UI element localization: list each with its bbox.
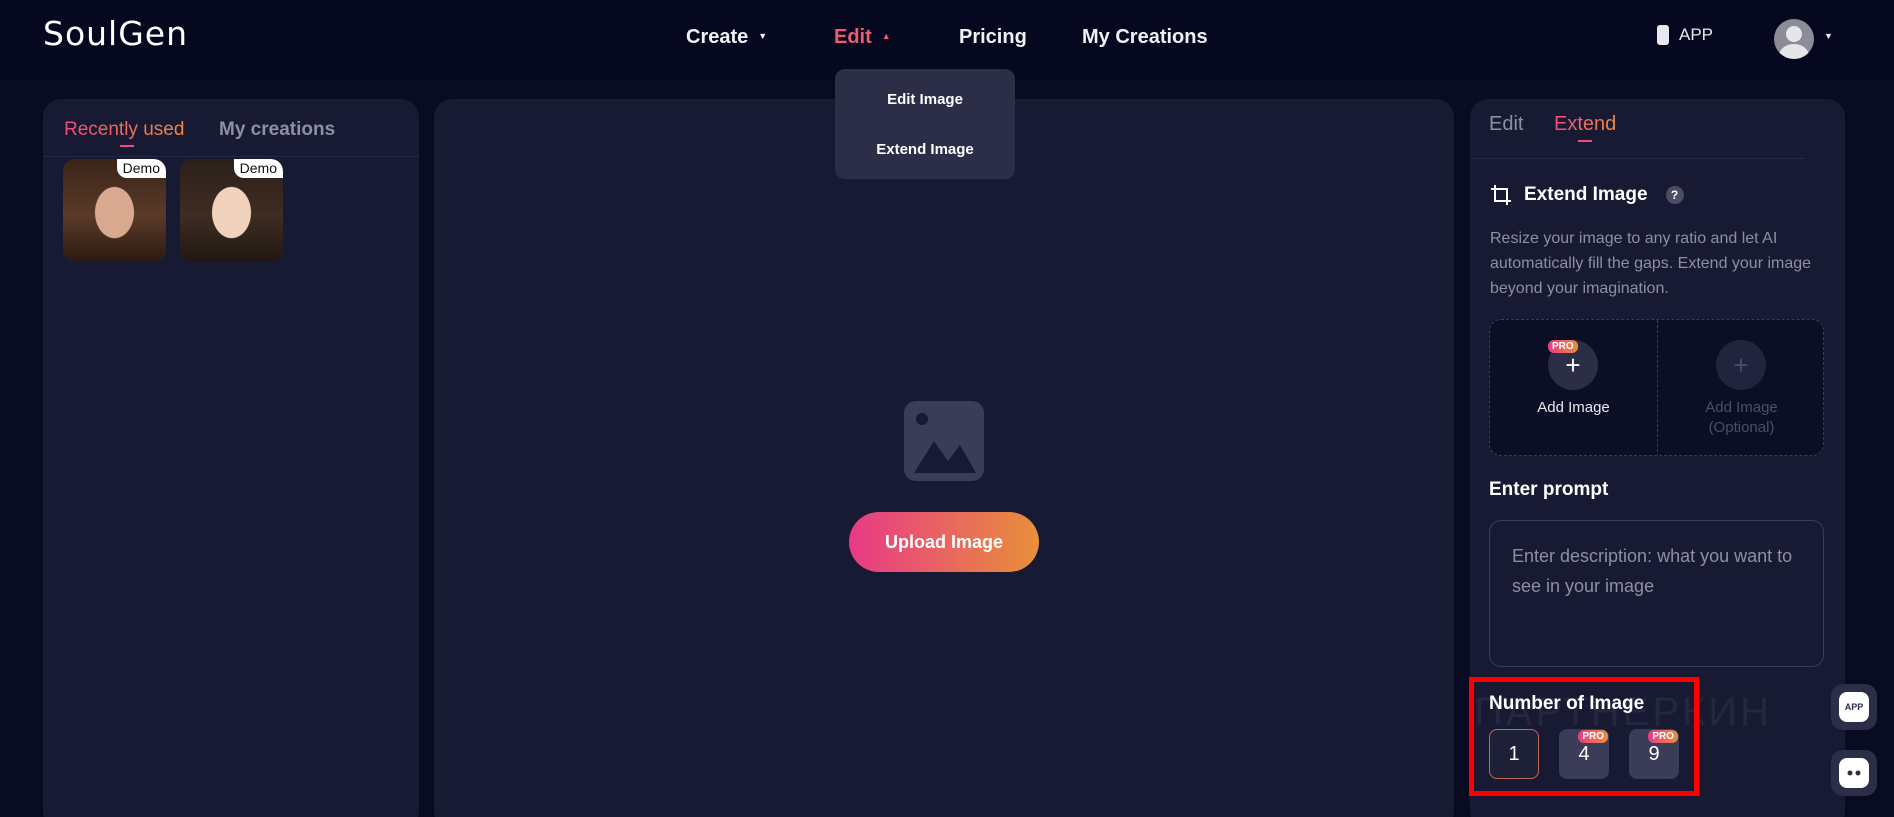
image-count-option-4[interactable]: 4 PRO	[1559, 729, 1609, 779]
active-tab-indicator	[1578, 140, 1592, 142]
nav-create-label: Create	[686, 26, 749, 48]
chat-bot-icon	[1839, 758, 1869, 788]
nav-edit-label: Edit	[834, 26, 872, 48]
pro-badge: PRO	[1548, 340, 1578, 353]
floating-app-button[interactable]: APP	[1831, 684, 1877, 730]
add-optional-line1: Add Image	[1705, 399, 1778, 416]
option-value: 9	[1648, 742, 1660, 765]
divider	[1470, 158, 1805, 159]
floating-chat-button[interactable]	[1831, 750, 1877, 796]
add-image-slot[interactable]: + PRO Add Image	[1490, 320, 1657, 455]
watermark: ПАРТНЕРКИН	[1474, 690, 1772, 734]
avatar-body	[1779, 44, 1809, 59]
caret-up-icon: ▲	[881, 31, 891, 41]
extend-description: Resize your image to any ratio and let A…	[1490, 230, 1812, 297]
tab-edit[interactable]: Edit	[1489, 113, 1523, 136]
nav-edit[interactable]: Edit ▲	[834, 26, 891, 49]
add-image-label: Add Image	[1537, 399, 1610, 416]
active-tab-indicator	[120, 145, 134, 147]
recent-images-panel: Recently used My creations Demo Demo	[43, 99, 419, 817]
chat-bot-eyes	[1847, 770, 1861, 776]
image-canvas-panel: Upload Image	[434, 99, 1454, 817]
demo-badge: Demo	[233, 159, 283, 178]
plus-icon: +	[1716, 340, 1766, 390]
app-icon: APP	[1839, 692, 1869, 722]
prompt-title: Enter prompt	[1489, 479, 1609, 500]
option-value: 4	[1578, 742, 1590, 765]
tab-recently-used[interactable]: Recently used	[64, 119, 184, 141]
upload-image-button[interactable]: Upload Image	[849, 512, 1039, 572]
top-navigation-bar: SoulGen Create ▼ Edit ▲ Pricing My Creat…	[0, 0, 1894, 80]
crop-icon	[1491, 185, 1511, 205]
option-value: 1	[1508, 742, 1520, 765]
demo-thumbnail-1[interactable]: Demo	[63, 159, 166, 262]
demo-badge: Demo	[116, 159, 166, 178]
extend-image-title: Extend Image	[1524, 184, 1648, 205]
avatar-head	[1786, 26, 1802, 42]
image-count-option-1[interactable]: 1	[1489, 729, 1539, 779]
add-optional-image-label: Add Image (Optional)	[1658, 398, 1823, 438]
tab-my-creations[interactable]: My creations	[219, 119, 335, 141]
phone-icon	[1657, 25, 1669, 45]
nav-my-creations[interactable]: My Creations	[1082, 26, 1208, 49]
demo-thumbnail-2[interactable]: Demo	[180, 159, 283, 262]
avatar-caret-down-icon[interactable]: ▼	[1824, 31, 1833, 41]
prompt-input[interactable]	[1489, 520, 1824, 667]
app-label: APP	[1679, 25, 1714, 44]
menu-item-edit-image[interactable]: Edit Image	[835, 91, 1015, 108]
nav-pricing[interactable]: Pricing	[959, 26, 1027, 49]
user-avatar[interactable]	[1774, 19, 1814, 59]
add-optional-line2: (Optional)	[1708, 419, 1775, 436]
divider	[43, 156, 419, 157]
image-placeholder-icon	[904, 401, 984, 481]
soulgen-logo[interactable]: SoulGen	[43, 14, 188, 53]
edit-dropdown-menu: Edit Image Extend Image	[835, 69, 1015, 179]
tab-extend[interactable]: Extend	[1554, 113, 1616, 136]
app-download-link[interactable]: APP	[1657, 25, 1713, 45]
menu-item-extend-image[interactable]: Extend Image	[835, 141, 1015, 158]
extend-image-heading: Extend Image ?	[1490, 184, 1684, 206]
help-icon[interactable]: ?	[1665, 186, 1684, 204]
image-count-option-9[interactable]: 9 PRO	[1629, 729, 1679, 779]
nav-create[interactable]: Create ▼	[686, 26, 767, 49]
add-image-area: + PRO Add Image + Add Image (Optional)	[1489, 319, 1824, 456]
caret-down-icon: ▼	[758, 31, 768, 41]
add-optional-image-slot[interactable]: + Add Image (Optional)	[1658, 320, 1823, 455]
